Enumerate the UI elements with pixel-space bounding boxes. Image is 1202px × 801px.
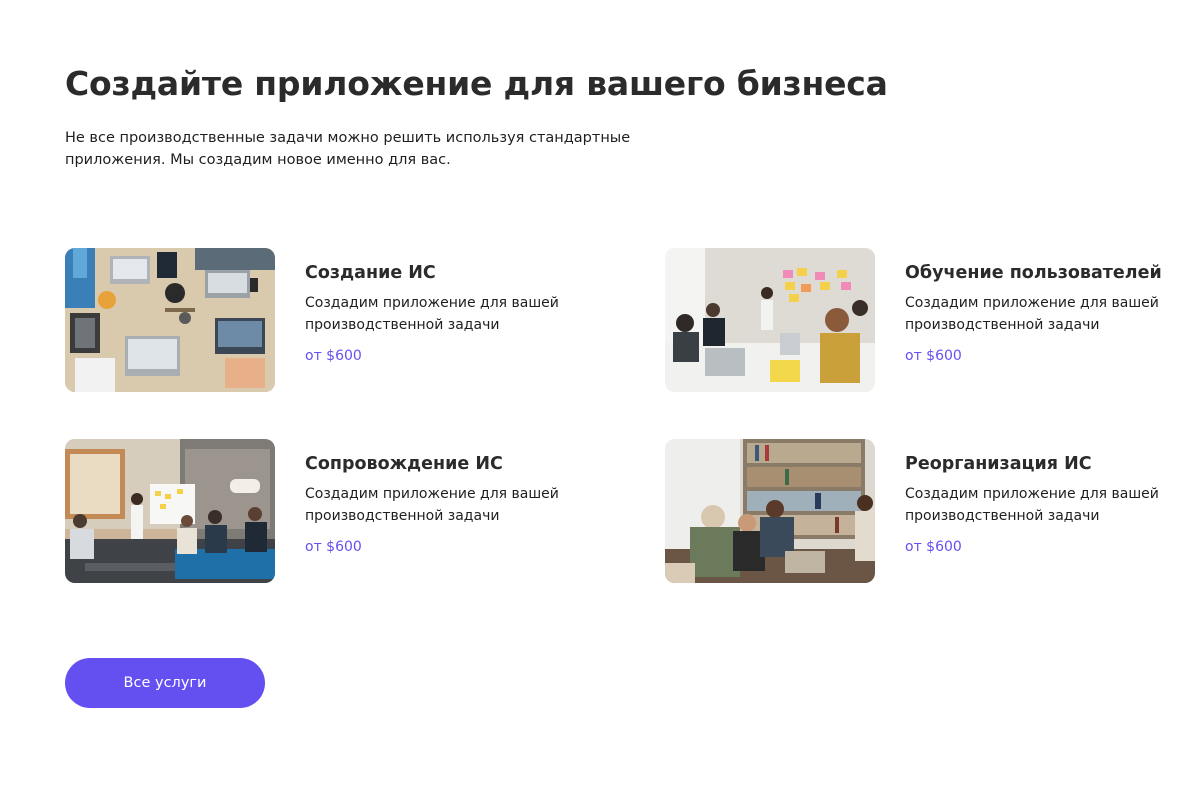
service-title[interactable]: Обучение пользователей xyxy=(905,263,1165,283)
office-presentation-photo xyxy=(65,439,275,583)
service-description: Создадим приложение для вашей производст… xyxy=(905,486,1159,524)
service-price: от $600 xyxy=(905,348,962,364)
service-card-user-training[interactable]: Обучение пользователей Создадим приложен… xyxy=(665,248,1165,393)
training-meeting-photo xyxy=(665,248,875,392)
service-price: от $600 xyxy=(305,348,362,364)
service-title[interactable]: Реорганизация ИС xyxy=(905,454,1165,474)
service-card-create-is[interactable]: Создание ИС Создадим приложение для ваше… xyxy=(65,248,565,393)
service-description: Создадим приложение для вашей производст… xyxy=(305,486,559,524)
service-card-body: Сопровождение ИС Создадим приложение для… xyxy=(305,454,565,555)
service-card-body: Реорганизация ИС Создадим приложение для… xyxy=(905,454,1165,555)
page-subtitle: Не все производственные задачи можно реш… xyxy=(65,130,631,168)
service-price: от $600 xyxy=(305,539,362,555)
service-image-office-presentation[interactable] xyxy=(65,439,275,583)
service-card-body: Обучение пользователей Создадим приложен… xyxy=(905,263,1165,364)
service-title[interactable]: Сопровождение ИС xyxy=(305,454,565,474)
team-laptops-photo xyxy=(65,248,275,392)
service-price: от $600 xyxy=(905,539,962,555)
service-image-training-meeting[interactable] xyxy=(665,248,875,392)
service-card-reorganization-is[interactable]: Реорганизация ИС Создадим приложение для… xyxy=(665,439,1165,584)
page-title: Создайте приложение для вашего бизнеса xyxy=(65,64,888,103)
service-card-support-is[interactable]: Сопровождение ИС Создадим приложение для… xyxy=(65,439,565,584)
service-title[interactable]: Создание ИС xyxy=(305,263,565,283)
services-section: Создайте приложение для вашего бизнеса Н… xyxy=(65,0,1165,801)
service-image-library-team[interactable] xyxy=(665,439,875,583)
library-team-photo xyxy=(665,439,875,583)
service-card-body: Создание ИС Создадим приложение для ваше… xyxy=(305,263,565,364)
service-image-team-laptops[interactable] xyxy=(65,248,275,392)
service-description: Создадим приложение для вашей производст… xyxy=(305,295,559,333)
all-services-button[interactable]: Все услуги xyxy=(65,658,265,708)
service-description: Создадим приложение для вашей производст… xyxy=(905,295,1159,333)
